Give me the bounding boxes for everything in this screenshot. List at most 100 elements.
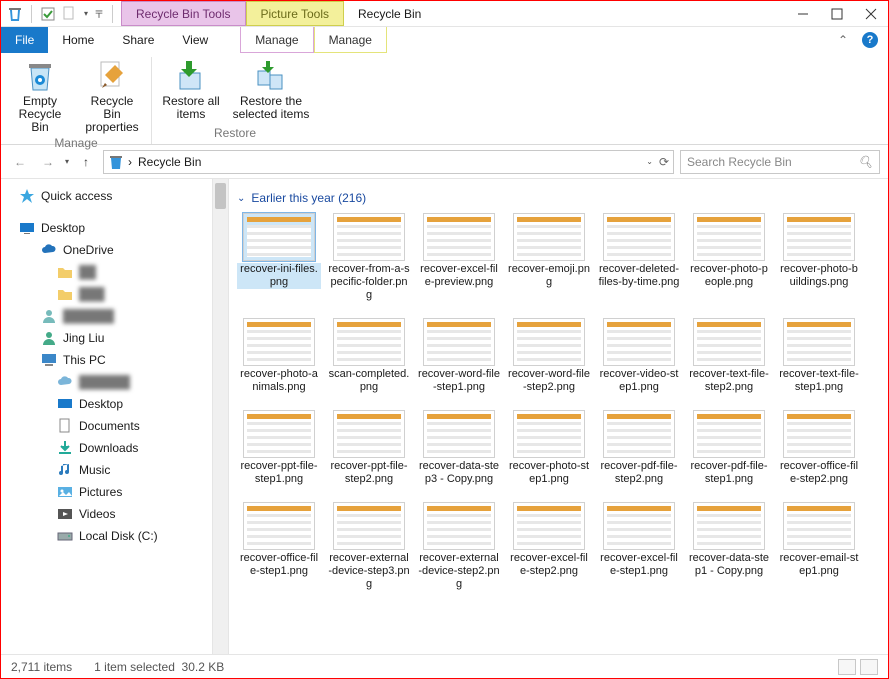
properties-quick-icon[interactable] [40,6,56,22]
sidebar-item-user[interactable]: ██████ [1,305,212,327]
history-dropdown-icon[interactable]: ▾ [65,157,69,166]
file-tile[interactable]: recover-deleted-files-by-time.png [597,213,681,302]
chevron-down-icon[interactable]: ⌄ [237,193,245,204]
file-tile[interactable]: recover-video-step1.png [597,318,681,394]
file-tile[interactable]: recover-text-file-step2.png [687,318,771,394]
file-tile[interactable]: recover-ppt-file-step1.png [237,410,321,486]
sidebar-scrollbar[interactable] [213,179,229,654]
sidebar-label: Downloads [79,441,138,455]
file-thumbnail [243,410,315,458]
tab-file[interactable]: File [1,27,48,53]
file-tile[interactable]: recover-data-step3 - Copy.png [417,410,501,486]
file-tile[interactable]: recover-external-device-step3.png [327,502,411,591]
qat-overflow-icon[interactable]: 〒 [94,6,104,21]
context-tab-picture-tools[interactable]: Picture Tools [246,1,344,26]
sidebar-item-onedrive-child[interactable]: ███ [1,283,212,305]
recycle-bin-properties-button[interactable]: Recycle Bin properties [81,57,143,134]
ribbon: Empty Recycle Bin Recycle Bin properties… [1,53,888,145]
breadcrumb[interactable]: › Recycle Bin [128,155,201,169]
scrollbar-thumb[interactable] [215,183,226,209]
navigation-pane[interactable]: Quick access Desktop OneDrive ██ ███ ███… [1,179,213,654]
sidebar-item-onedrive-child[interactable]: ██ [1,261,212,283]
file-tile[interactable]: recover-photo-animals.png [237,318,321,394]
file-tile[interactable]: recover-excel-file-step1.png [597,502,681,591]
tab-manage-picture[interactable]: Manage [314,27,387,53]
restore-all-items-button[interactable]: Restore all items [160,57,222,121]
refresh-icon[interactable]: ⟳ [659,155,669,169]
tab-manage-recycle[interactable]: Manage [240,27,313,53]
file-tile[interactable]: scan-completed.png [327,318,411,394]
sidebar-item-pc-desktop[interactable]: Desktop [1,393,212,415]
help-icon[interactable]: ? [862,32,878,48]
tab-home[interactable]: Home [48,27,108,53]
sidebar-item-quick-access[interactable]: Quick access [1,185,212,207]
sidebar-item-pc-videos[interactable]: Videos [1,503,212,525]
empty-recycle-bin-button[interactable]: Empty Recycle Bin [9,57,71,134]
file-thumbnail [423,318,495,366]
tab-share[interactable]: Share [108,27,168,53]
file-name: scan-completed.png [327,368,411,394]
file-tile[interactable]: recover-word-file-step1.png [417,318,501,394]
file-tile[interactable]: recover-excel-file-step2.png [507,502,591,591]
context-tab-recyclebin-tools[interactable]: Recycle Bin Tools [121,1,246,26]
file-tile[interactable]: recover-photo-buildings.png [777,213,861,302]
file-tile[interactable]: recover-office-file-step1.png [237,502,321,591]
group-header[interactable]: ⌄ Earlier this year (216) [237,187,880,213]
minimize-button[interactable] [786,1,820,26]
file-tile[interactable]: recover-word-file-step2.png [507,318,591,394]
sidebar-item-pc-local-disk[interactable]: Local Disk (C:) [1,525,212,547]
search-input[interactable]: Search Recycle Bin 🔍︎ [680,150,880,174]
file-thumbnail [783,318,855,366]
ribbon-collapse-icon[interactable]: ⌃ [838,33,848,47]
maximize-button[interactable] [820,1,854,26]
file-tile[interactable]: recover-email-step1.png [777,502,861,591]
restore-selected-icon [254,59,288,93]
close-button[interactable] [854,1,888,26]
sidebar-label: OneDrive [63,243,114,257]
breadcrumb-location[interactable]: Recycle Bin [138,155,201,169]
file-tile[interactable]: recover-emoji.png [507,213,591,302]
sidebar-item-pc-downloads[interactable]: Downloads [1,437,212,459]
sidebar-item-thispc-child[interactable]: ██████ [1,371,212,393]
quick-access-dropdown-icon[interactable]: ▾ [84,9,88,18]
file-tile[interactable]: recover-data-step1 - Copy.png [687,502,771,591]
file-thumbnail [513,410,585,458]
file-tile[interactable]: recover-excel-file-preview.png [417,213,501,302]
sidebar-item-onedrive[interactable]: OneDrive [1,239,212,261]
file-tile[interactable]: recover-photo-people.png [687,213,771,302]
search-icon[interactable]: 🔍︎ [858,155,873,169]
file-thumbnail [693,318,765,366]
contextual-tabs: Recycle Bin Tools Picture Tools [121,1,344,26]
file-tile[interactable]: recover-pdf-file-step2.png [597,410,681,486]
tab-view[interactable]: View [168,27,222,53]
restore-selected-items-button[interactable]: Restore the selected items [232,57,310,121]
file-tile[interactable]: recover-external-device-step2.png [417,502,501,591]
file-thumbnail [423,410,495,458]
address-dropdown-icon[interactable]: ⌄ [646,157,653,166]
back-button[interactable]: ← [9,151,31,173]
file-tile[interactable]: recover-photo-step1.png [507,410,591,486]
new-quick-icon[interactable] [62,6,78,22]
sidebar-item-pc-documents[interactable]: Documents [1,415,212,437]
file-name: recover-emoji.png [507,263,591,289]
file-tile[interactable]: recover-office-file-step2.png [777,410,861,486]
file-view[interactable]: ⌄ Earlier this year (216) recover-ini-fi… [229,179,888,654]
sidebar-item-this-pc[interactable]: This PC [1,349,212,371]
file-tile[interactable]: recover-ini-files.png [237,213,321,302]
up-button[interactable]: ↑ [75,151,97,173]
view-thumbnails-button[interactable] [860,659,878,675]
file-tile[interactable]: recover-text-file-step1.png [777,318,861,394]
file-tile[interactable]: recover-from-a-specific-folder.png [327,213,411,302]
file-tile[interactable]: recover-ppt-file-step2.png [327,410,411,486]
view-details-button[interactable] [838,659,856,675]
sidebar-label: ██████ [63,309,114,323]
sidebar-item-desktop[interactable]: Desktop [1,217,212,239]
file-tile[interactable]: recover-pdf-file-step1.png [687,410,771,486]
sidebar-item-pc-music[interactable]: Music [1,459,212,481]
address-bar[interactable]: › Recycle Bin ⌄ ⟳ [103,150,674,174]
empty-bin-icon [23,59,57,93]
file-thumbnail [693,213,765,261]
forward-button[interactable]: → [37,151,59,173]
sidebar-item-pc-pictures[interactable]: Pictures [1,481,212,503]
sidebar-item-user-jing[interactable]: Jing Liu [1,327,212,349]
